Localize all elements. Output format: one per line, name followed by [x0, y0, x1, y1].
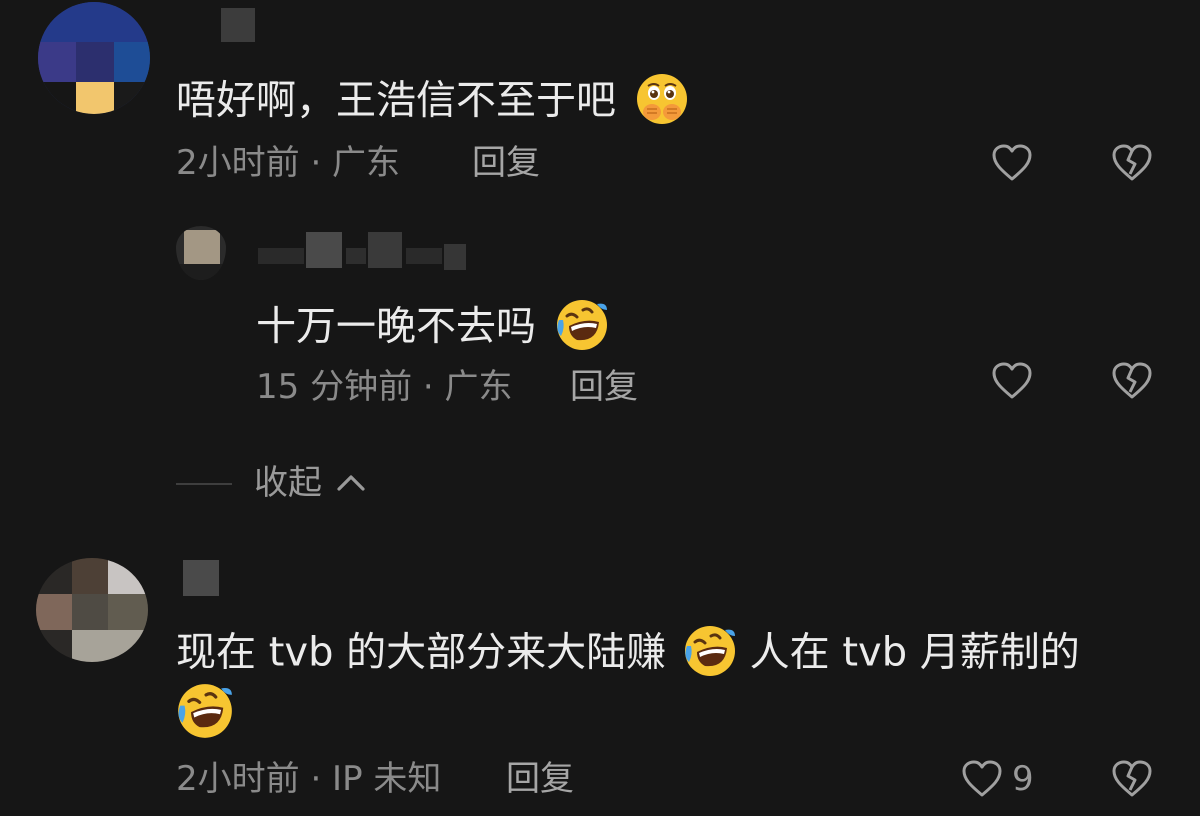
username-masked[interactable] [221, 8, 255, 42]
comment-text: 唔好啊，王浩信不至于吧 [176, 72, 689, 133]
reply-button[interactable]: 回复 [506, 762, 574, 796]
divider-line [176, 483, 232, 485]
username-masked[interactable] [183, 560, 219, 596]
broken-heart-icon[interactable] [1112, 760, 1152, 802]
broken-heart-icon[interactable] [1112, 144, 1152, 186]
like-count: 9 [1012, 759, 1034, 799]
hands-over-mouth-emoji [635, 72, 689, 133]
rofl-emoji [555, 298, 609, 359]
heart-outline-icon[interactable] [992, 362, 1032, 404]
username-masked[interactable] [258, 228, 478, 270]
avatar[interactable] [38, 2, 150, 114]
broken-heart-icon[interactable] [1112, 362, 1152, 404]
avatar[interactable] [176, 226, 226, 280]
comment-text-content: 人在 tvb 月薪制的 [749, 629, 1080, 676]
avatar[interactable] [36, 558, 148, 662]
comment-text-content: 现在 tvb 的大部分来大陆赚 [176, 629, 667, 676]
comment-item: 唔好啊，王浩信不至于吧 2小时前 · 广东 回复 [0, 0, 1200, 200]
comment-text-content: 十万一晚不去吗 [256, 303, 536, 350]
comment-meta: 2小时前 · IP 未知 [176, 759, 442, 799]
comment-meta: 2小时前 · 广东 [176, 143, 401, 183]
comment-text: 现在 tvb 的大部分来大陆赚 人在 tvb 月薪制的 [176, 624, 1080, 685]
reply-item: 十万一晚不去吗 15 分钟前 · 广东 回复 [0, 220, 1200, 420]
comment-item: 现在 tvb 的大部分来大陆赚 人在 tvb 月薪制的 2小时前 · IP 未知… [0, 550, 1200, 816]
comment-text: 十万一晚不去吗 [256, 298, 609, 359]
comment-text-content: 唔好啊，王浩信不至于吧 [176, 77, 616, 124]
heart-outline-icon[interactable] [992, 144, 1032, 186]
collapse-replies-row[interactable]: 收起 [176, 462, 476, 506]
rofl-emoji [176, 682, 234, 744]
chevron-up-icon[interactable] [336, 472, 366, 496]
rofl-emoji [683, 624, 737, 685]
reply-button[interactable]: 回复 [570, 370, 638, 404]
heart-outline-icon[interactable] [962, 760, 1002, 802]
collapse-label[interactable]: 收起 [254, 466, 322, 500]
comment-meta: 15 分钟前 · 广东 [256, 367, 513, 407]
reply-button[interactable]: 回复 [472, 146, 540, 180]
